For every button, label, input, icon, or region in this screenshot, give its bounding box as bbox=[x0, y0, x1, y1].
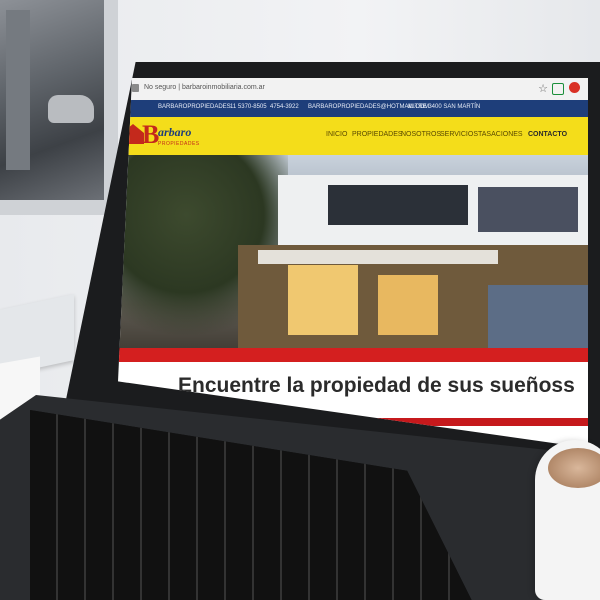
red-divider bbox=[118, 348, 588, 362]
main-navbar: B arbaro PROPIEDADES INICIO PROPIEDADES … bbox=[118, 117, 588, 155]
topbar-phone[interactable]: 4754-3922 bbox=[270, 104, 299, 110]
hero-awning bbox=[258, 250, 498, 264]
insecure-lock-icon bbox=[132, 84, 139, 92]
hero-glass-wall bbox=[488, 285, 588, 355]
topbar-address[interactable]: MITRE 3400 SAN MARTÍN bbox=[408, 104, 480, 110]
browser-address-bar[interactable]: No seguro | barbaroinmobiliaria.com.ar ☆ bbox=[118, 78, 588, 101]
hero-window-right bbox=[478, 187, 578, 232]
nav-propiedades[interactable]: PROPIEDADES bbox=[352, 131, 403, 138]
logo-subtitle: PROPIEDADES bbox=[158, 141, 200, 147]
site-logo[interactable]: B arbaro PROPIEDADES bbox=[120, 120, 199, 150]
hero-window bbox=[328, 185, 468, 225]
nav-nosotros[interactable]: NOSOTROS bbox=[401, 131, 441, 138]
hero-tagline: Encuentre la propiedad de sus sueñoss bbox=[178, 374, 575, 397]
hero-lit-window bbox=[288, 265, 358, 335]
contact-topbar: BARBAROPROPIEDADES 11 5370-8505 4754-392… bbox=[118, 100, 588, 117]
extension-icon[interactable] bbox=[552, 83, 564, 95]
logo-letter: B bbox=[142, 120, 160, 149]
logo-name: arbaro bbox=[158, 125, 192, 139]
hero-image bbox=[118, 155, 588, 355]
website: No seguro | barbaroinmobiliaria.com.ar ☆… bbox=[118, 78, 588, 448]
nav-servicios[interactable]: SERVICIOS bbox=[440, 131, 478, 138]
hero-lit-window bbox=[378, 275, 438, 335]
nav-inicio[interactable]: INICIO bbox=[326, 131, 347, 138]
topbar-brand[interactable]: BARBAROPROPIEDADES bbox=[158, 104, 231, 110]
bookmark-star-icon[interactable]: ☆ bbox=[538, 82, 548, 95]
laptop-screen: No seguro | barbaroinmobiliaria.com.ar ☆… bbox=[0, 0, 600, 600]
nav-contacto[interactable]: CONTACTO bbox=[528, 131, 567, 138]
browser-menu-icon[interactable] bbox=[569, 82, 580, 93]
coffee-foam bbox=[548, 448, 600, 488]
url-text[interactable]: No seguro | barbaroinmobiliaria.com.ar bbox=[144, 84, 265, 91]
nav-tasaciones[interactable]: TASACIONES bbox=[478, 131, 523, 138]
bottom-red-divider bbox=[118, 418, 588, 426]
topbar-phone-mobile[interactable]: 11 5370-8505 bbox=[230, 104, 267, 110]
logo-house-icon bbox=[122, 124, 144, 144]
